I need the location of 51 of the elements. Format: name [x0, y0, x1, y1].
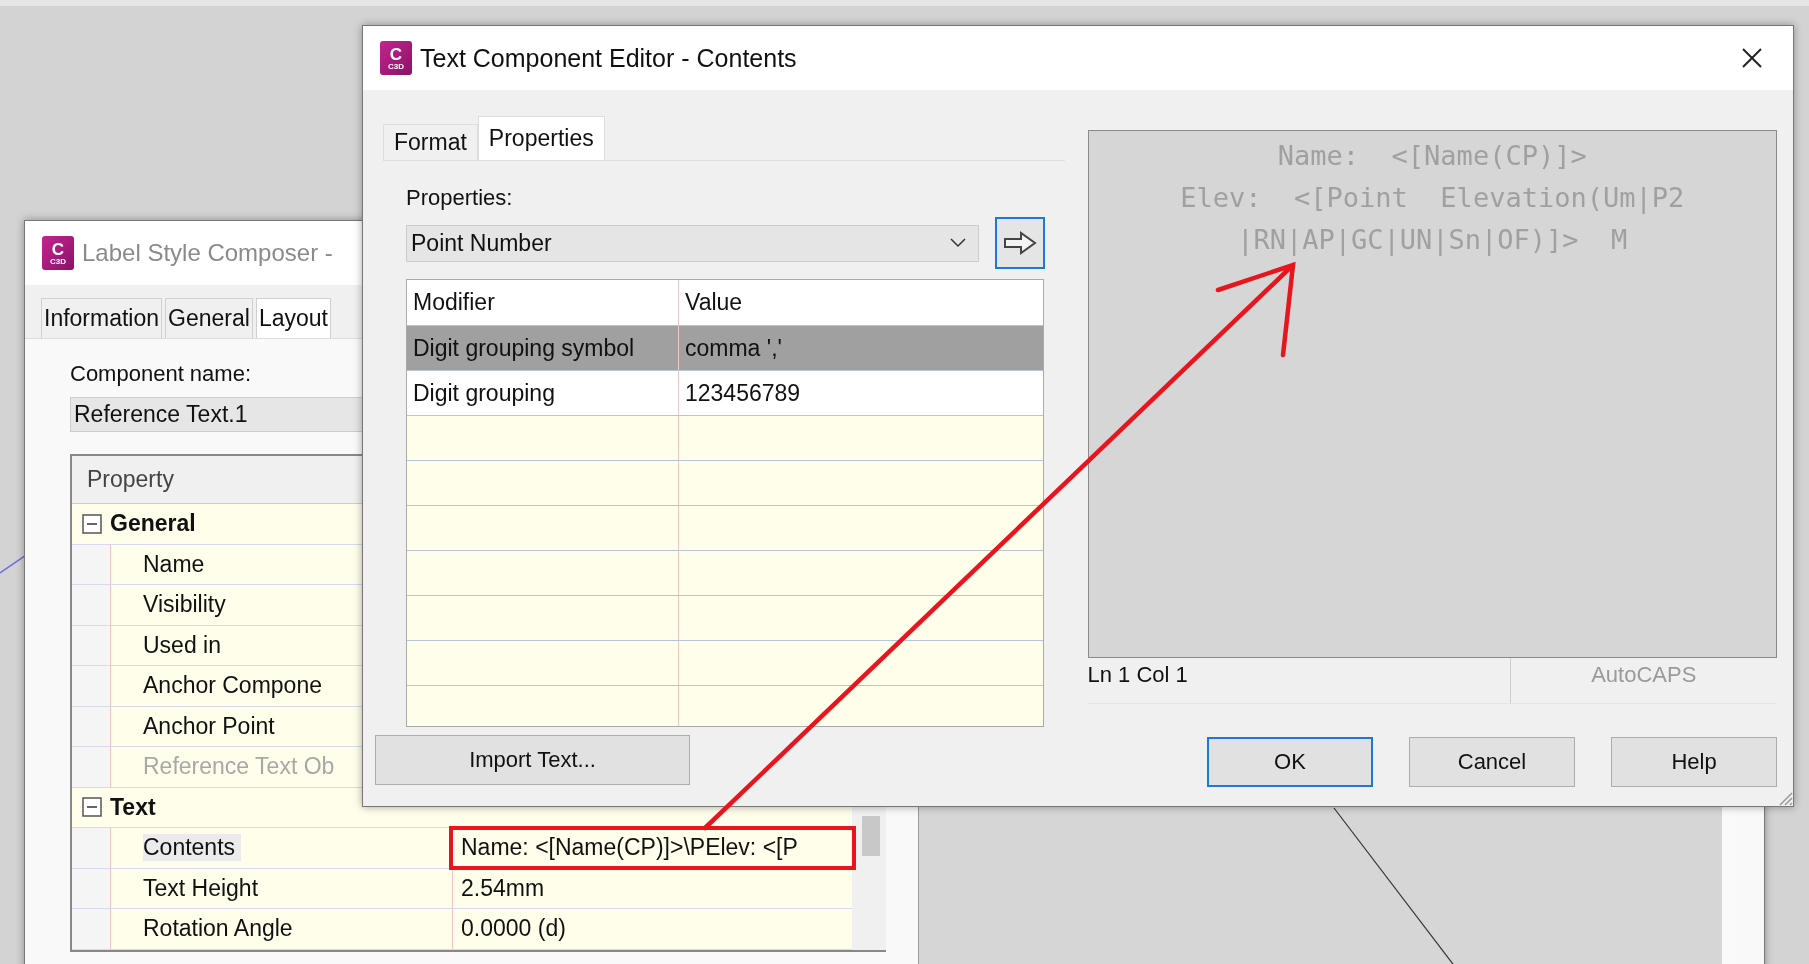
component-name-label: Component name:: [70, 361, 252, 387]
window-title: Text Component Editor - Contents: [420, 43, 798, 73]
import-text-button[interactable]: Import Text...: [375, 735, 690, 785]
properties-dropdown[interactable]: Point Number: [406, 224, 979, 262]
insert-button[interactable]: [995, 217, 1045, 269]
dialog-button[interactable]: Help: [1611, 737, 1777, 787]
table-cell-text: 123456789: [684, 378, 801, 408]
property-name[interactable]: Contents: [143, 834, 242, 862]
tab[interactable]: Information: [41, 298, 163, 338]
property-name[interactable]: Rotation Angle: [143, 915, 299, 943]
property-name[interactable]: Anchor Compone: [143, 672, 328, 700]
value-cell[interactable]: Name: <[Name(CP)]>\PElev: <[P: [449, 826, 856, 870]
app-icon: C C3D: [380, 41, 412, 75]
property-row[interactable]: Rotation Angle 0.0000 (d): [72, 909, 852, 950]
property-row[interactable]: Text Height 2.54mm: [72, 868, 852, 909]
table-cell: Digit grouping symbol: [407, 326, 679, 370]
autocaps-indicator: AutoCAPS: [1590, 661, 1698, 689]
dialog-button[interactable]: OK: [1207, 737, 1373, 787]
property-name[interactable]: Name: [143, 550, 211, 578]
collapse-icon[interactable]: [82, 513, 102, 534]
tab[interactable]: General: [165, 298, 253, 338]
column-header: Modifier: [407, 280, 679, 325]
dialog-button[interactable]: Cancel: [1409, 737, 1575, 787]
tab[interactable]: Layout: [255, 298, 331, 338]
tab[interactable]: Properties: [477, 116, 605, 160]
table-row[interactable]: Digit grouping symbol comma ',': [407, 326, 1043, 371]
table-cell-text: comma ',': [684, 333, 782, 363]
column-header: Value: [684, 288, 743, 317]
window-title: Label Style Composer -: [82, 239, 333, 267]
property-value: 2.54mm: [461, 874, 545, 902]
table-row[interactable]: Digit grouping 123456789: [407, 371, 1043, 416]
chevron-down-icon: [950, 238, 966, 248]
property-name[interactable]: Used in: [143, 631, 227, 659]
collapse-icon[interactable]: [82, 797, 102, 818]
column-header: Property: [87, 466, 174, 493]
cursor-position: Ln 1 Col 1: [1087, 658, 1511, 703]
table-cell: Digit grouping: [407, 371, 679, 415]
property-value: Name: <[Name(CP)]>\PElev: <[P: [461, 834, 798, 862]
close-icon[interactable]: [1741, 47, 1763, 69]
property-value: 0.0000 (d): [461, 915, 566, 943]
group-label: Text: [110, 793, 156, 821]
property-name[interactable]: Text Height: [143, 874, 265, 902]
drawing-line: [0, 553, 26, 575]
property-name[interactable]: Visibility: [143, 591, 232, 619]
tab[interactable]: Format: [383, 124, 478, 160]
group-label: General: [110, 510, 196, 538]
property-name[interactable]: Anchor Point: [143, 712, 281, 740]
arrow-right-icon: [1003, 231, 1037, 255]
scrollbar-thumb[interactable]: [862, 816, 880, 856]
properties-label: Properties:: [406, 185, 514, 211]
app-icon: C C3D: [42, 236, 74, 270]
